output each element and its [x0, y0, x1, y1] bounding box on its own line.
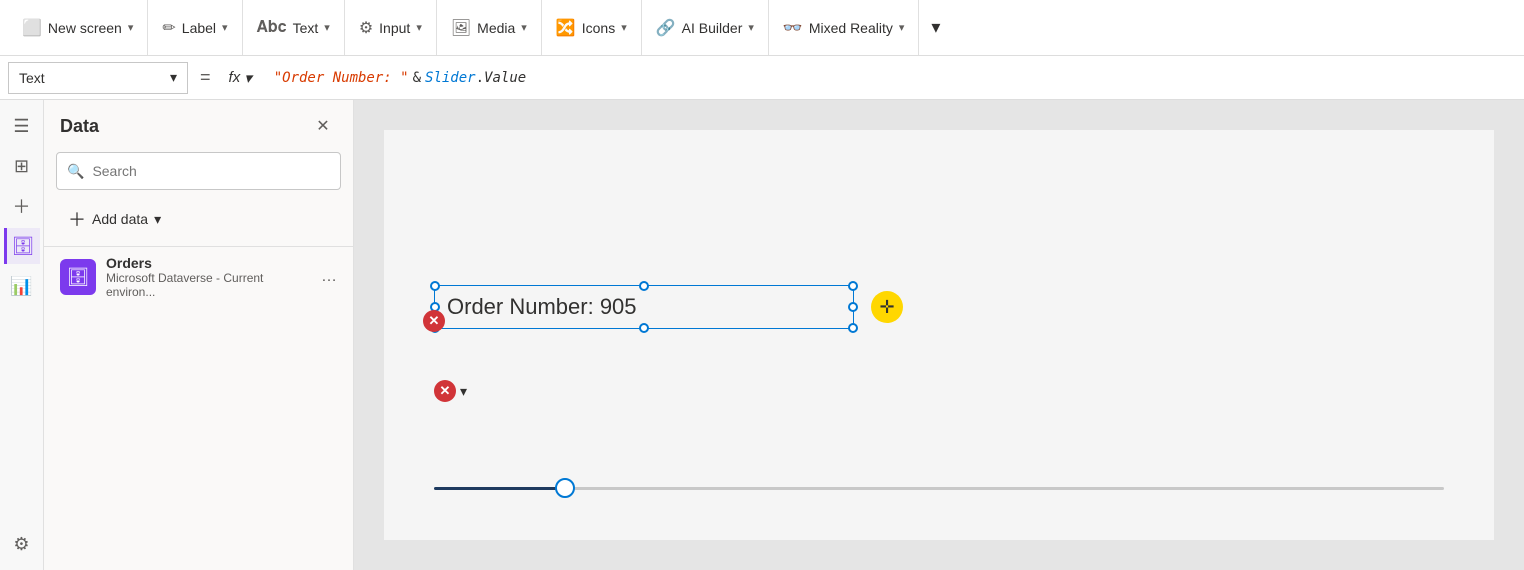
sidebar-database-button[interactable]: 🗄: [4, 228, 40, 264]
ai-builder-icon: 🔗: [656, 18, 676, 38]
slider-thumb[interactable]: [555, 478, 575, 498]
icons-icon: 🔀: [556, 18, 576, 38]
move-icon[interactable]: ✛: [871, 291, 903, 323]
icons-chevron: ▾: [621, 21, 627, 34]
handle-top-center[interactable]: [639, 281, 649, 291]
input-chevron: ▾: [416, 21, 422, 34]
formula-property-part: Value: [484, 70, 526, 86]
formula-bar: Text ▾ = fx ▾ "Order Number: " & Slider …: [0, 56, 1524, 100]
media-label: Media: [477, 20, 515, 36]
label-chevron: ▾: [222, 21, 228, 34]
screen-icon: ⬜: [22, 18, 42, 38]
data-panel: Data ✕ 🔍 ＋ Add data ▾ 🗄 Orders Microsoft…: [44, 100, 354, 570]
media-button[interactable]: 🖼 Media ▾: [437, 0, 542, 55]
error-badge-2-container: ✕ ▾: [434, 380, 467, 402]
fx-button[interactable]: fx ▾: [223, 69, 258, 87]
error-badge-1[interactable]: ✕: [423, 310, 445, 332]
property-name: Text: [19, 70, 45, 86]
input-icon: ⚙: [359, 18, 373, 38]
formula-dot: .: [476, 70, 484, 86]
add-data-plus-icon: ＋: [68, 206, 86, 232]
label-icon: ✏: [162, 18, 175, 38]
mixed-reality-icon: 👓: [783, 18, 803, 38]
formula-object-part: Slider: [425, 70, 476, 86]
data-source-orders-icon: 🗄: [60, 259, 96, 295]
slider-track[interactable]: [434, 487, 1444, 490]
data-source-orders[interactable]: 🗄 Orders Microsoft Dataverse - Current e…: [44, 246, 353, 307]
handle-top-right[interactable]: [848, 281, 858, 291]
text-chevron: ▾: [324, 21, 330, 34]
hamburger-icon: ☰: [13, 116, 29, 137]
chart-icon: 📊: [10, 276, 32, 297]
error-badge-2[interactable]: ✕: [434, 380, 456, 402]
input-label: Input: [379, 20, 410, 36]
fx-label: fx: [229, 69, 241, 86]
mixed-reality-chevron: ▾: [899, 21, 905, 34]
search-icon: 🔍: [67, 163, 84, 180]
handle-top-left[interactable]: [430, 281, 440, 291]
data-source-orders-name: Orders: [106, 255, 311, 271]
text-element-container[interactable]: ✕ Order Number: 905 ✛: [434, 285, 854, 329]
sidebar-settings-button[interactable]: ⚙: [4, 526, 40, 562]
canvas-area[interactable]: ✕ Order Number: 905 ✛ ✕ ▾: [354, 100, 1524, 570]
media-chevron: ▾: [521, 21, 527, 34]
database-icon: 🗄: [12, 236, 35, 257]
ai-builder-label: AI Builder: [682, 20, 743, 36]
text-label: Text: [293, 20, 319, 36]
sidebar-layers-button[interactable]: ⊞: [4, 148, 40, 184]
data-source-orders-more-button[interactable]: …: [321, 268, 337, 286]
search-box[interactable]: 🔍: [56, 152, 341, 190]
add-data-chevron: ▾: [154, 211, 161, 228]
data-source-orders-info: Orders Microsoft Dataverse - Current env…: [106, 255, 311, 299]
close-panel-button[interactable]: ✕: [309, 112, 337, 140]
formula-content[interactable]: "Order Number: " & Slider . Value: [266, 70, 1516, 86]
data-panel-title: Data: [60, 116, 99, 137]
mixed-reality-label: Mixed Reality: [809, 20, 893, 36]
property-selector[interactable]: Text ▾: [8, 62, 188, 94]
search-input[interactable]: [92, 163, 330, 179]
fx-chevron: ▾: [244, 69, 252, 87]
main-layout: ☰ ⊞ ＋ 🗄 📊 ⚙ Data ✕ 🔍 ＋ Add data: [0, 100, 1524, 570]
formula-ampersand: &: [413, 70, 421, 86]
handle-bottom-right[interactable]: [848, 323, 858, 333]
equals-sign: =: [196, 67, 215, 88]
layers-icon: ⊞: [14, 156, 29, 177]
toolbar: ⬜ New screen ▾ ✏ Label ▾ 𝐀𝐛𝐜 Text ▾ ⚙ In…: [0, 0, 1524, 56]
data-source-orders-subtitle: Microsoft Dataverse - Current environ...: [106, 271, 311, 299]
add-data-label: Add data: [92, 211, 148, 227]
label-label: Label: [182, 20, 216, 36]
slider-container[interactable]: [434, 478, 1444, 498]
text-element-content: Order Number: 905: [447, 294, 637, 319]
formula-string-part: "Order Number: ": [274, 70, 409, 86]
toolbar-more-button[interactable]: ▾: [919, 0, 952, 55]
canvas-background: ✕ Order Number: 905 ✛ ✕ ▾: [384, 130, 1494, 540]
media-icon: 🖼: [451, 18, 471, 38]
text-element[interactable]: Order Number: 905 ✛: [434, 285, 854, 329]
new-screen-label: New screen: [48, 20, 122, 36]
new-screen-chevron: ▾: [128, 21, 134, 34]
sidebar-icons: ☰ ⊞ ＋ 🗄 📊 ⚙: [0, 100, 44, 570]
ai-builder-button[interactable]: 🔗 AI Builder ▾: [642, 0, 769, 55]
error-chevron[interactable]: ▾: [460, 383, 467, 400]
data-panel-header: Data ✕: [44, 100, 353, 148]
handle-bottom-center[interactable]: [639, 323, 649, 333]
database-glyph: 🗄: [67, 267, 90, 288]
text-button[interactable]: 𝐀𝐛𝐜 Text ▾: [243, 0, 345, 55]
sidebar-add-button[interactable]: ＋: [4, 188, 40, 224]
ai-builder-chevron: ▾: [748, 21, 754, 34]
handle-middle-right[interactable]: [848, 302, 858, 312]
input-button[interactable]: ⚙ Input ▾: [345, 0, 437, 55]
label-button[interactable]: ✏ Label ▾: [148, 0, 242, 55]
sidebar-chart-button[interactable]: 📊: [4, 268, 40, 304]
add-icon: ＋: [13, 193, 31, 219]
icons-button[interactable]: 🔀 Icons ▾: [542, 0, 642, 55]
settings-icon: ⚙: [13, 534, 29, 555]
mixed-reality-button[interactable]: 👓 Mixed Reality ▾: [769, 0, 919, 55]
new-screen-button[interactable]: ⬜ New screen ▾: [8, 0, 148, 55]
add-data-button[interactable]: ＋ Add data ▾: [52, 200, 345, 238]
property-chevron: ▾: [170, 69, 177, 86]
sidebar-hamburger-button[interactable]: ☰: [4, 108, 40, 144]
text-icon: 𝐀𝐛𝐜: [257, 19, 287, 37]
icons-label: Icons: [582, 20, 615, 36]
